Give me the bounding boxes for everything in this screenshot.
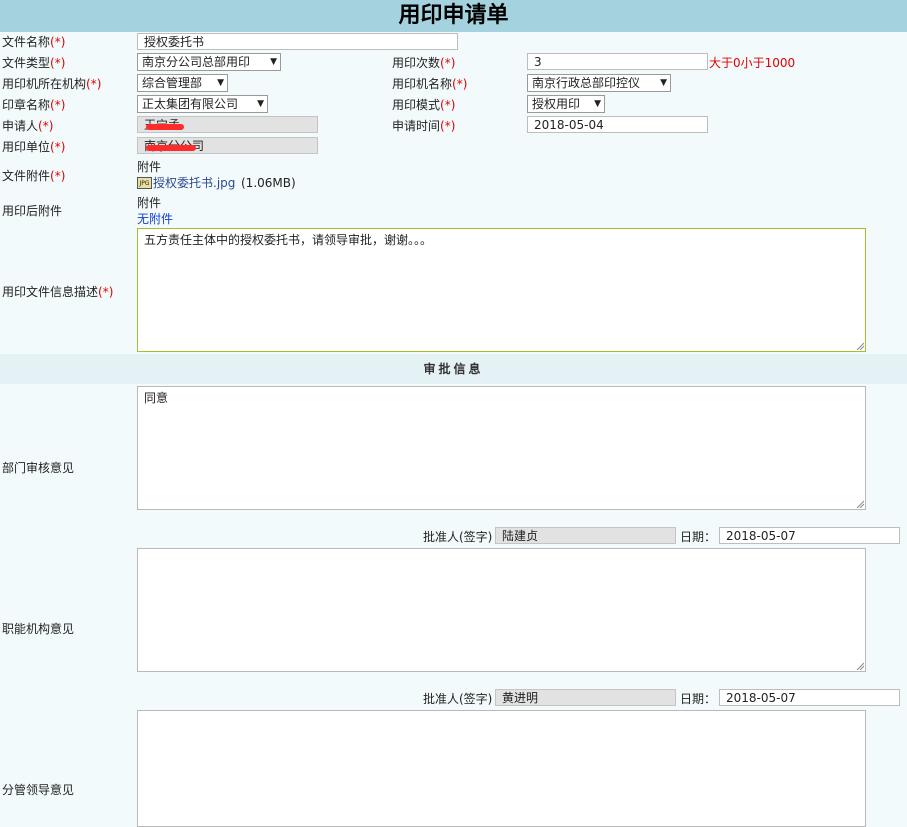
- approval-section-header: 审批信息: [0, 354, 907, 384]
- mode-select[interactable]: 授权用印 ▼: [527, 95, 605, 113]
- description-text: 五方责任主体中的授权委托书，请领导审批，谢谢。。。: [144, 233, 433, 247]
- chevron-down-icon: ▼: [257, 99, 264, 109]
- leader-opinion-textarea[interactable]: [137, 710, 866, 827]
- file-name-input[interactable]: 授权委托书: [137, 33, 458, 50]
- no-attachment-link[interactable]: 无附件: [137, 211, 173, 227]
- dept-date-label: 日期：: [680, 530, 717, 544]
- func-approver-label: 批准人(签字): [423, 692, 493, 706]
- func-opinion-textarea[interactable]: [137, 548, 866, 672]
- func-opinion-label: 职能机构意见: [2, 622, 75, 636]
- use-count-hint: 大于0小于1000: [709, 56, 796, 70]
- use-count-label: 用印次数(*): [392, 56, 456, 70]
- printer-name-label: 用印机名称(*): [392, 77, 468, 91]
- printer-org-label: 用印机所在机构(*): [2, 77, 102, 91]
- file-name-label: 文件名称(*): [2, 35, 66, 49]
- dept-opinion-label: 部门审核意见: [2, 461, 75, 475]
- title-bar: 用印申请单: [0, 0, 907, 32]
- chevron-down-icon: ▼: [217, 78, 224, 88]
- unit-label: 用印单位(*): [2, 140, 66, 154]
- func-date-field[interactable]: 2018-05-07: [719, 689, 900, 706]
- func-date-label: 日期：: [680, 692, 717, 706]
- seal-name-label: 印章名称(*): [2, 98, 66, 112]
- mode-label: 用印模式(*): [392, 98, 456, 112]
- leader-opinion-label: 分管领导意见: [2, 783, 75, 797]
- attachment-size: (1.06MB): [241, 176, 296, 190]
- dept-date-field[interactable]: 2018-05-07: [719, 527, 900, 544]
- attachment-file-link[interactable]: 授权委托书.jpg: [153, 175, 235, 191]
- dept-approver-field: 陆建贞: [495, 527, 676, 544]
- after-attachment-label: 用印后附件: [2, 204, 63, 218]
- redaction-mark: [146, 124, 184, 130]
- redaction-mark: [146, 145, 196, 151]
- apply-time-field[interactable]: 2018-05-04: [527, 116, 708, 133]
- file-type-label: 文件类型(*): [2, 56, 66, 70]
- printer-org-select[interactable]: 综合管理部 ▼: [137, 74, 228, 92]
- resize-handle-icon[interactable]: [856, 662, 864, 670]
- printer-name-select[interactable]: 南京行政总部印控仪 ▼: [527, 74, 671, 92]
- attachment-label: 文件附件(*): [2, 169, 66, 183]
- use-count-input[interactable]: 3: [527, 53, 708, 70]
- dept-approver-label: 批准人(签字): [423, 530, 493, 544]
- page-title: 用印申请单: [398, 3, 509, 28]
- apply-time-label: 申请时间(*): [392, 119, 456, 133]
- seal-name-select[interactable]: 正太集团有限公司 ▼: [137, 95, 268, 113]
- file-type-select[interactable]: 南京分公司总部用印 ▼: [137, 53, 281, 71]
- resize-handle-icon[interactable]: [856, 342, 864, 350]
- jpg-file-icon: JPG: [137, 177, 152, 189]
- chevron-down-icon: ▼: [270, 57, 277, 67]
- func-approver-field: 黄进明: [495, 689, 676, 706]
- chevron-down-icon: ▼: [594, 99, 601, 109]
- dept-opinion-textarea[interactable]: 同意: [137, 386, 866, 510]
- description-label: 用印文件信息描述(*): [2, 285, 114, 299]
- resize-handle-icon[interactable]: [856, 500, 864, 508]
- after-attachment-heading: 附件: [137, 196, 162, 210]
- description-textarea[interactable]: 五方责任主体中的授权委托书，请领导审批，谢谢。。。: [137, 228, 866, 352]
- chevron-down-icon: ▼: [660, 78, 667, 88]
- attachment-heading: 附件: [137, 160, 162, 174]
- dept-opinion-text: 同意: [144, 391, 169, 405]
- applicant-label: 申请人(*): [2, 119, 54, 133]
